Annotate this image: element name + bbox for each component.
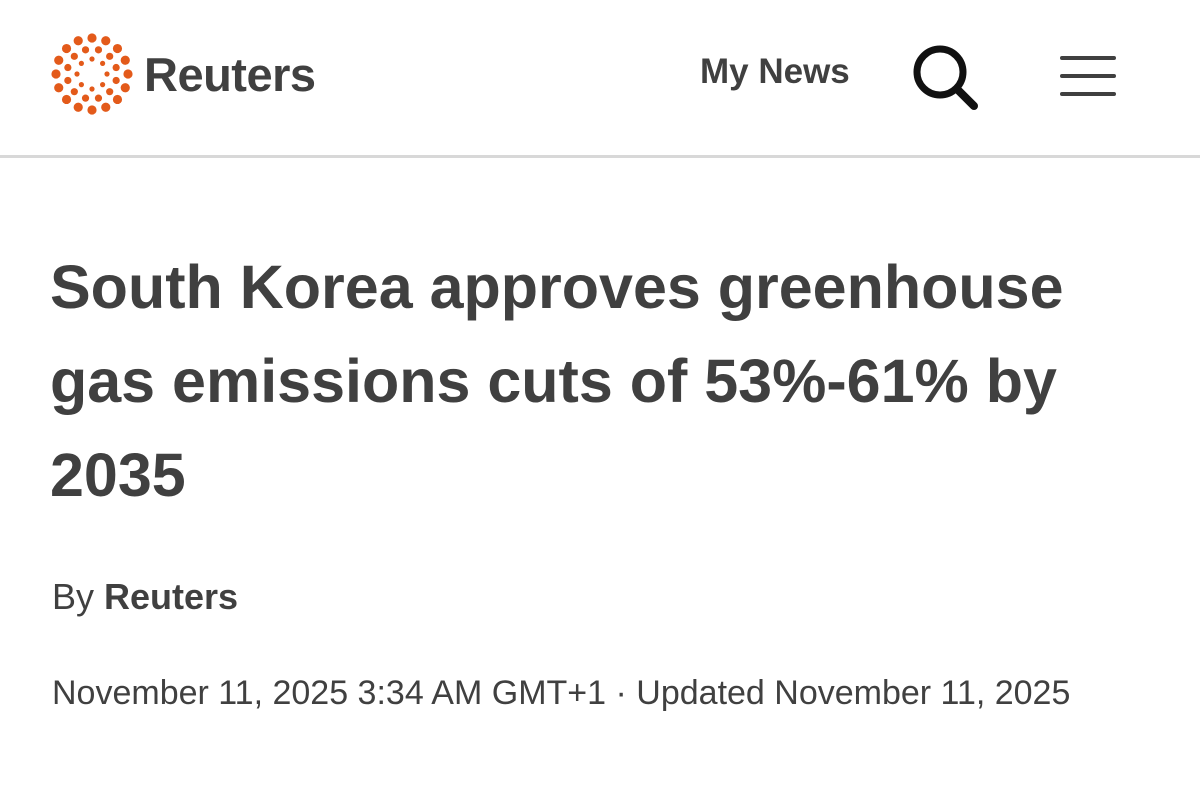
published-time: November 11, 2025 3:34 AM GMT+1 [52, 674, 607, 712]
logo-dot [81, 94, 90, 102]
logo-dot [78, 82, 84, 88]
logo-dot [94, 94, 103, 102]
byline-prefix: By [52, 576, 95, 617]
logo-dot [61, 43, 72, 54]
logo-dot [64, 76, 72, 85]
menu-line [1060, 92, 1116, 96]
logo-dot [100, 60, 106, 66]
logo-dot [100, 82, 106, 88]
logo-dot [104, 71, 110, 77]
logo-dot [70, 88, 78, 96]
logo-dot [87, 105, 97, 115]
site-header: Reuters My News [0, 0, 1200, 158]
logo-dot [89, 86, 95, 92]
dateline: November 11, 2025 3:34 AM GMT+1 · Update… [52, 664, 1152, 722]
my-news-link[interactable]: My News [700, 52, 850, 92]
hamburger-menu-icon[interactable] [1058, 54, 1120, 98]
logo-dot [106, 88, 114, 96]
logo-dot [112, 43, 123, 54]
logo-dot [73, 102, 83, 112]
logo-dot [106, 52, 114, 60]
article-headline: South Korea approves greenhouse gas emis… [50, 253, 1064, 509]
logo-dot [64, 63, 72, 72]
logo-dot [81, 46, 90, 54]
byline: By Reuters [52, 576, 238, 618]
logo-dot [70, 52, 78, 60]
logo-dot [61, 94, 72, 105]
logo-dot [54, 83, 64, 93]
dateline-separator: · [615, 674, 627, 712]
logo-dot [120, 83, 130, 93]
logo-dot [101, 36, 111, 46]
logo-dot [112, 63, 120, 72]
logo-dot [120, 55, 130, 65]
article-page: Reuters My News South Korea approves gre… [0, 0, 1200, 800]
logo-dot [87, 33, 97, 43]
logo-dot [101, 102, 111, 112]
search-icon[interactable] [908, 40, 984, 116]
logo-dot [54, 55, 64, 65]
reuters-home-link[interactable]: Reuters [50, 32, 316, 116]
logo-dot [112, 76, 120, 85]
logo-dot [112, 94, 123, 105]
logo-dot [51, 69, 61, 79]
logo-dot [89, 56, 95, 62]
logo-dot [78, 60, 84, 66]
menu-line [1060, 56, 1116, 60]
updated-time: Updated November 11, 2025 [636, 674, 1071, 712]
reuters-logo-icon [51, 33, 133, 115]
menu-line [1060, 74, 1116, 78]
brand-name: Reuters [144, 47, 316, 101]
byline-author[interactable]: Reuters [104, 576, 238, 617]
logo-dot [74, 71, 80, 77]
logo-dot [73, 36, 83, 46]
logo-dot [123, 69, 133, 79]
logo-dot [94, 46, 103, 54]
